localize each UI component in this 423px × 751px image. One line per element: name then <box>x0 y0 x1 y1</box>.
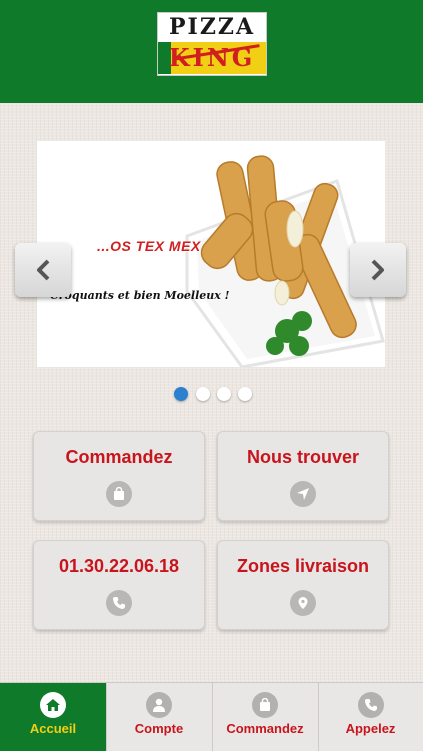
phone-tile-label: 01.30.22.06.18 <box>58 556 180 576</box>
tab-appelez[interactable]: Appelez <box>318 683 423 751</box>
home-icon <box>40 692 66 718</box>
tab-compte[interactable]: Compte <box>106 683 213 751</box>
chevron-left-icon <box>37 259 50 281</box>
tab-accueil-label: Accueil <box>29 721 77 736</box>
carousel-dot-2[interactable] <box>196 387 210 401</box>
order-tile-label: Commandez <box>65 447 173 467</box>
shopping-bag-icon <box>252 692 278 718</box>
tab-appelez-label: Appelez <box>345 721 396 736</box>
phone-icon <box>106 590 132 616</box>
shopping-bag-icon <box>106 481 132 507</box>
slide-title: ...OS TEX MEX <box>97 238 201 254</box>
logo-top-text: PIZZA <box>168 14 256 40</box>
user-icon <box>146 692 172 718</box>
find-us-tile-label: Nous trouver <box>246 447 360 467</box>
delivery-zones-tile-label: Zones livraison <box>236 556 370 576</box>
carousel-prev-button[interactable] <box>15 243 71 297</box>
carousel-dot-3[interactable] <box>217 387 231 401</box>
bottom-tab-bar: Accueil Compte Commandez Appelez <box>0 682 423 751</box>
carousel-pagination <box>172 387 262 403</box>
carousel-slide[interactable]: ...OS TEX MEX Croquants et bien Moelleux… <box>37 141 385 367</box>
phone-tile[interactable]: 01.30.22.06.18 <box>33 540 205 630</box>
pizza-king-logo[interactable]: PIZZA KING <box>157 12 267 76</box>
tab-commandez-label: Commandez <box>226 721 304 736</box>
phone-icon <box>357 692 384 718</box>
tab-commandez[interactable]: Commandez <box>212 683 319 751</box>
slide-subtitle: Croquants et bien Moelleux ! <box>50 289 230 302</box>
order-tile[interactable]: Commandez <box>33 431 205 521</box>
carousel-dot-1[interactable] <box>174 387 188 401</box>
tab-accueil[interactable]: Accueil <box>0 683 107 751</box>
map-pin-icon <box>290 590 316 616</box>
food-photo-image <box>185 155 385 367</box>
find-us-tile[interactable]: Nous trouver <box>217 431 389 521</box>
delivery-zones-tile[interactable]: Zones livraison <box>217 540 389 630</box>
carousel-next-button[interactable] <box>350 243 406 297</box>
app-header: PIZZA KING <box>0 0 423 103</box>
chevron-right-icon <box>371 259 384 281</box>
carousel-dot-4[interactable] <box>238 387 252 401</box>
location-arrow-icon <box>290 481 316 507</box>
tab-compte-label: Compte <box>134 721 184 736</box>
